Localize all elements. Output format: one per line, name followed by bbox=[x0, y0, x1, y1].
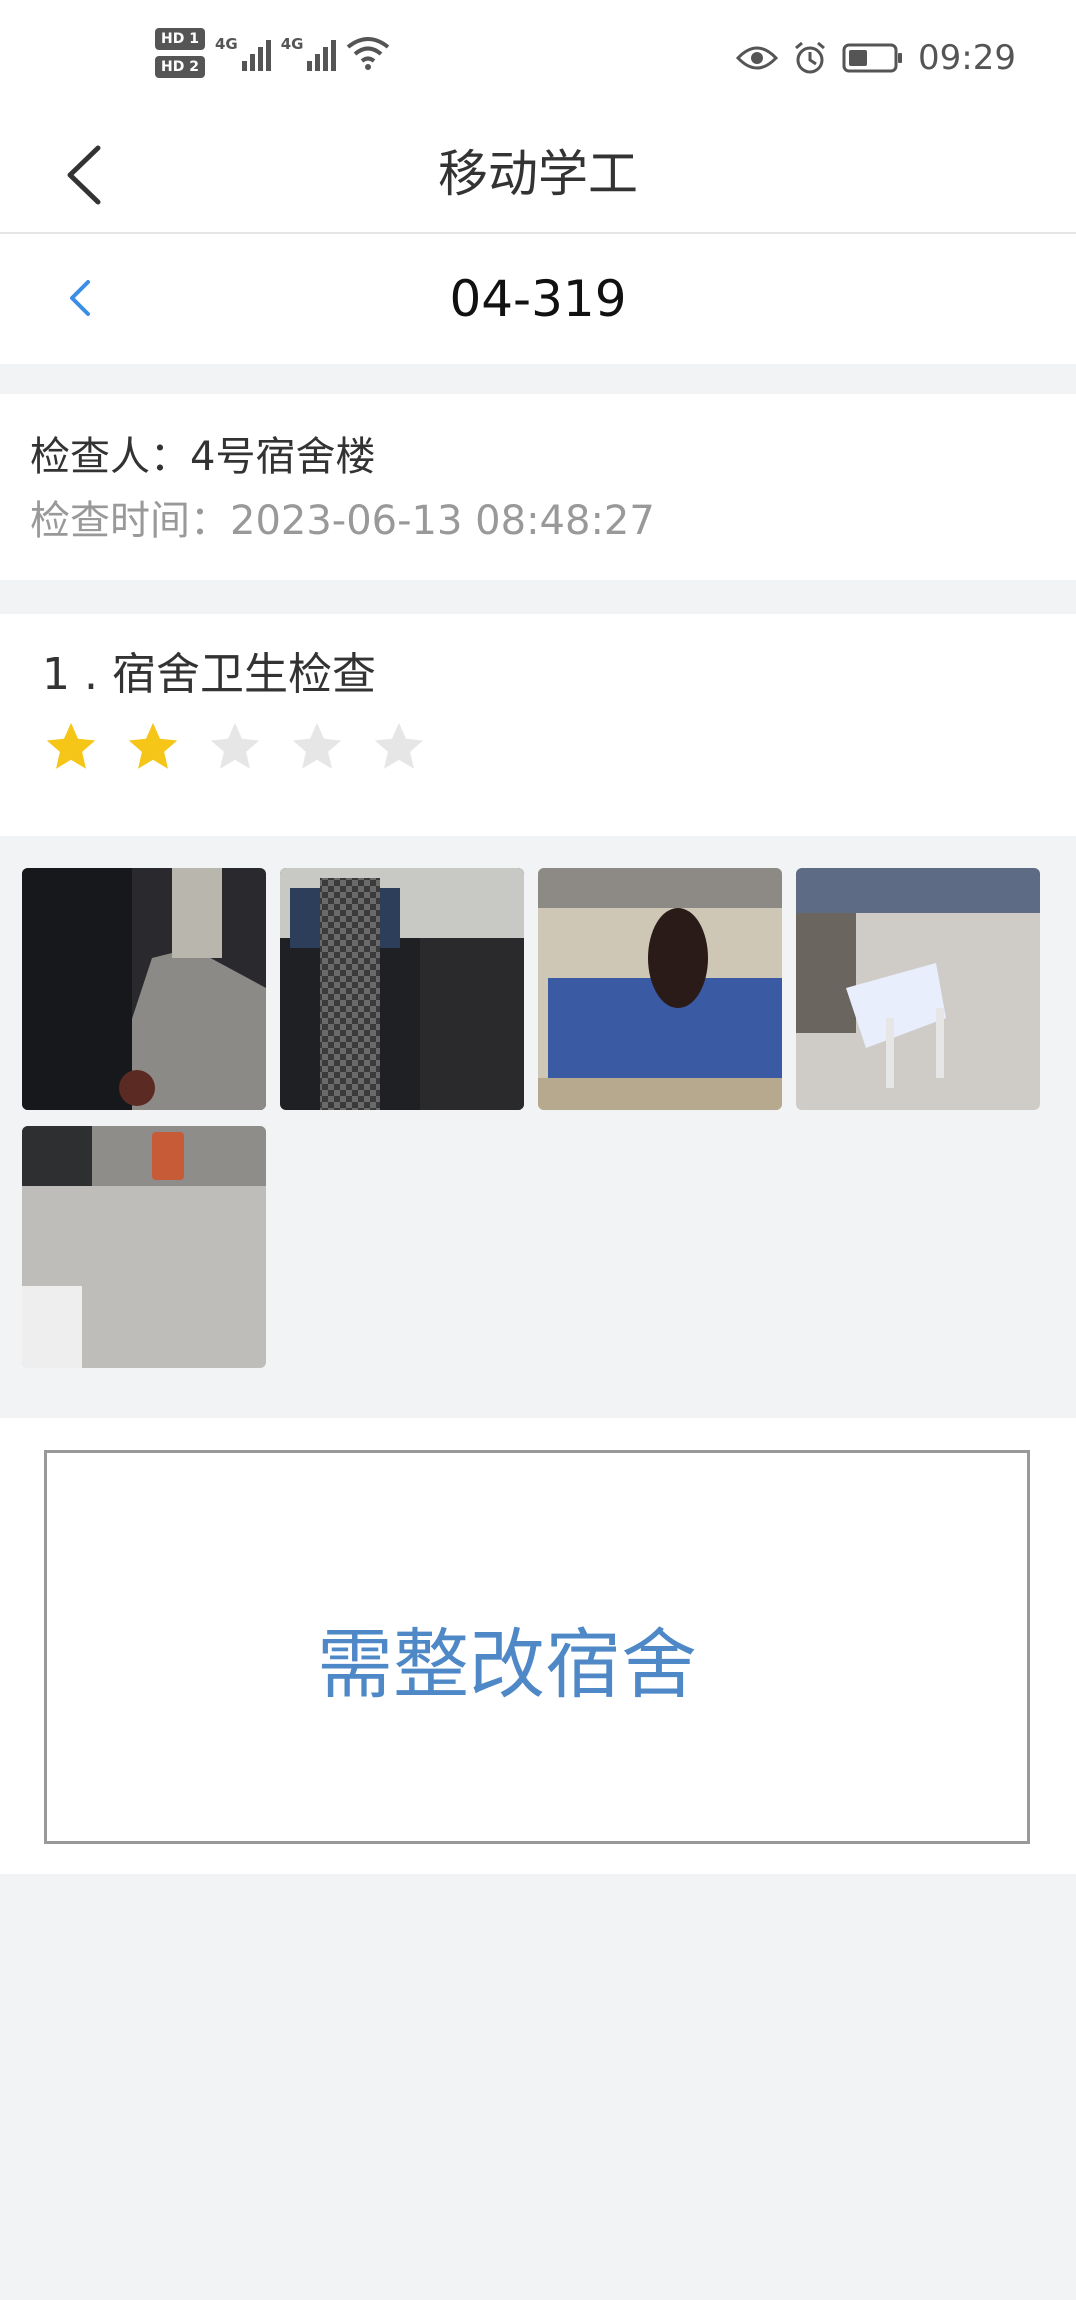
star-filled-icon[interactable] bbox=[124, 718, 182, 776]
room-header: 04-319 bbox=[0, 234, 1076, 364]
photo-thumbnail[interactable] bbox=[22, 868, 266, 1110]
alarm-icon bbox=[795, 41, 825, 74]
star-empty-icon[interactable] bbox=[206, 718, 264, 776]
signal-2: 4G bbox=[281, 35, 337, 71]
photo-thumbnail[interactable] bbox=[280, 868, 524, 1110]
item-title: 1 . 宿舍卫生检查 bbox=[42, 649, 376, 700]
net2-label: 4G bbox=[280, 35, 304, 53]
system-indicators: 09:29 bbox=[736, 38, 1016, 78]
eye-icon bbox=[736, 46, 779, 70]
photo-thumbnail[interactable] bbox=[22, 1126, 266, 1368]
inspection-info: 检查人：4号宿舍楼 检查时间：2023-06-13 08:48:27 bbox=[0, 394, 1076, 580]
battery-icon bbox=[842, 43, 903, 73]
network-indicators: HD 1 HD 2 4G 4G bbox=[155, 28, 390, 78]
star-filled-icon[interactable] bbox=[42, 718, 100, 776]
signal-bars-icon bbox=[241, 35, 271, 71]
wifi-icon bbox=[347, 37, 390, 70]
sim-badges: HD 1 HD 2 bbox=[155, 28, 205, 78]
clock: 09:29 bbox=[918, 38, 1016, 78]
room-number: 04-319 bbox=[449, 270, 627, 328]
app-header: 移动学工 bbox=[0, 120, 1076, 234]
star-empty-icon[interactable] bbox=[288, 718, 346, 776]
inspection-item: 1 . 宿舍卫生检查 bbox=[0, 614, 1076, 836]
sim1-badge: HD 1 bbox=[155, 28, 205, 50]
remark-section: 需整改宿舍 bbox=[0, 1418, 1076, 1874]
page-title: 移动学工 bbox=[438, 145, 638, 203]
remark-box: 需整改宿舍 bbox=[44, 1450, 1030, 1844]
star-empty-icon[interactable] bbox=[370, 718, 428, 776]
remark-text: 需整改宿舍 bbox=[47, 1603, 1027, 1713]
signal-bars-icon bbox=[307, 35, 337, 71]
photo-thumbnail[interactable] bbox=[796, 868, 1040, 1110]
remark-label: 需整改宿舍 bbox=[317, 1620, 697, 1709]
photo-thumbnail[interactable] bbox=[538, 868, 782, 1110]
inspect-time: 检查时间：2023-06-13 08:48:27 bbox=[30, 498, 655, 544]
net1-label: 4G bbox=[214, 35, 238, 53]
signal-1: 4G bbox=[215, 35, 271, 71]
status-bar: HD 1 HD 2 4G 4G 09:29 bbox=[0, 0, 1076, 120]
sim2-badge: HD 2 bbox=[155, 56, 205, 78]
star-rating bbox=[42, 718, 428, 776]
inspector: 检查人：4号宿舍楼 bbox=[30, 434, 376, 480]
